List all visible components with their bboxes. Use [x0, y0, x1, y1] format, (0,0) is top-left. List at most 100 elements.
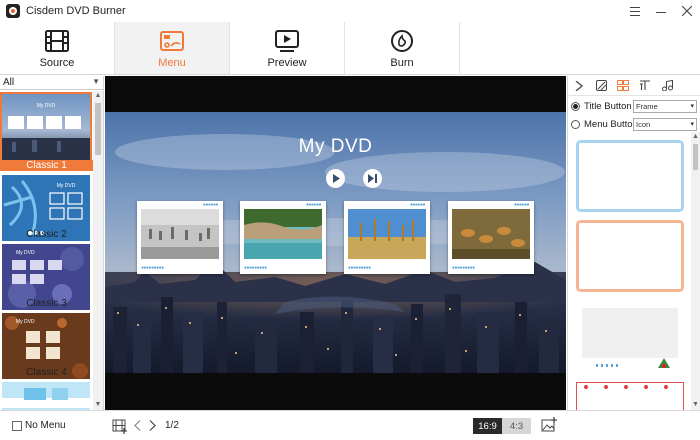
tab-layout[interactable]	[612, 76, 634, 96]
next-chapter-icon	[368, 174, 377, 183]
tab-background[interactable]	[590, 76, 612, 96]
frame-dots-decoration: ●●●●●●●●●	[348, 265, 371, 271]
title-button-option[interactable]: Title Button Frame ▾	[568, 98, 700, 114]
window-controls	[622, 0, 700, 22]
template-thumb-classic-1[interactable]: My DVD	[0, 92, 92, 162]
template-thumb-classic-5[interactable]	[2, 382, 90, 410]
chevron-down-icon: ▼	[92, 77, 100, 86]
play-button[interactable]	[326, 169, 345, 188]
tab-source[interactable]: Source	[0, 22, 115, 74]
template-label-classic-1: Classic 1	[0, 160, 93, 171]
change-background-button[interactable]	[541, 417, 558, 437]
scroll-up-icon[interactable]: ▲	[691, 132, 700, 142]
tab-menu[interactable]: Menu	[115, 22, 230, 74]
title-button-label: Title Button	[584, 100, 632, 112]
aspect-4-3-button[interactable]: 4:3	[502, 418, 531, 434]
tab-burn-label: Burn	[390, 57, 414, 69]
page-indicator: 1/2	[165, 420, 179, 431]
menu-button-style-select[interactable]: Icon ▾	[633, 118, 697, 131]
menu-button-option[interactable]: Menu Button Icon ▾	[568, 116, 700, 132]
next-page-button[interactable]	[148, 420, 156, 434]
chapter-frame[interactable]: ●●●●●● ●●●●●●●●●	[344, 201, 430, 274]
frame-dots-decoration: ●●●●●●●●●	[141, 265, 164, 271]
frame-dots-decoration: ●●●●●●	[409, 202, 426, 208]
template-label-classic-2: Classic 2	[26, 229, 67, 240]
frame-dots-decoration: ●●●●●●●●●	[244, 265, 267, 271]
chapter-thumbnail	[348, 209, 426, 259]
tab-burn[interactable]: Burn	[345, 22, 460, 74]
chevron-right-icon	[149, 420, 156, 431]
chapter-thumbnail	[244, 209, 322, 259]
add-chapter-button[interactable]	[112, 418, 128, 437]
minimize-icon[interactable]	[648, 0, 674, 22]
next-chapter-button[interactable]	[363, 169, 382, 188]
frame-dots-decoration: ●●●●●●●●●	[452, 265, 475, 271]
menu-button-style-value: Icon	[636, 120, 651, 129]
frame-style-item[interactable]	[576, 302, 684, 374]
chevron-down-icon: ▾	[690, 103, 694, 110]
properties-tabs	[568, 76, 700, 96]
chevron-right-icon	[575, 80, 583, 91]
chapter-thumbnail	[452, 209, 530, 259]
menu-title[interactable]: My DVD	[105, 136, 566, 158]
chevron-left-icon	[134, 420, 141, 431]
scroll-down-icon[interactable]: ▼	[93, 400, 103, 410]
app-logo-icon	[6, 4, 20, 18]
menu-icon	[160, 31, 184, 51]
chapter-frame[interactable]: ●●●●●● ●●●●●●●●●	[240, 201, 326, 274]
disc-burn-icon	[391, 30, 413, 52]
template-list-scroll-thumb[interactable]	[95, 103, 101, 155]
text-icon	[640, 80, 650, 90]
tab-preview[interactable]: Preview	[230, 22, 345, 74]
style-list-scroll-thumb[interactable]	[693, 144, 698, 170]
hamburger-menu-icon[interactable]	[622, 0, 648, 22]
svg-text:My DVD: My DVD	[57, 183, 76, 189]
background-icon	[595, 80, 607, 91]
bottom-bar: No Menu 1/2 16:9 4:3	[0, 410, 700, 440]
no-menu-checkbox[interactable]	[12, 421, 22, 431]
svg-text:My DVD: My DVD	[37, 103, 56, 109]
template-filter-select[interactable]: All ▼	[0, 76, 104, 90]
film-icon	[45, 30, 69, 52]
tab-source-label: Source	[39, 57, 75, 69]
title-button-style-select[interactable]: Frame ▾	[633, 100, 697, 113]
close-icon[interactable]	[674, 0, 700, 22]
svg-text:My DVD: My DVD	[16, 319, 35, 325]
style-list-scrollbar[interactable]: ▲ ▼	[691, 132, 700, 410]
menu-preview: My DVD ●●●●●● ●●●●●●●●● ●●●●●● ●●●●●●●●●…	[105, 76, 566, 410]
music-icon	[661, 80, 673, 91]
tab-preview-label: Preview	[267, 57, 307, 69]
title-button-radio[interactable]	[571, 101, 580, 111]
collapse-panel-button[interactable]	[568, 76, 590, 96]
menu-button-radio[interactable]	[571, 119, 580, 129]
no-menu-label: No Menu	[25, 420, 66, 431]
aspect-16-9-button[interactable]: 16:9	[473, 418, 502, 434]
chapter-frame[interactable]: ●●●●●● ●●●●●●●●●	[137, 201, 223, 274]
svg-text:My DVD: My DVD	[16, 250, 35, 256]
template-label-classic-3: Classic 3	[26, 298, 67, 309]
frame-style-item[interactable]	[576, 140, 684, 212]
tab-text[interactable]	[634, 76, 656, 96]
layout-icon	[617, 80, 629, 91]
title-button-style-value: Frame	[636, 102, 658, 111]
scroll-down-icon[interactable]: ▼	[691, 400, 700, 410]
app-title: Cisdem DVD Burner	[26, 5, 126, 17]
add-chapter-icon	[112, 419, 127, 434]
scroll-up-icon[interactable]: ▲	[93, 91, 103, 101]
tab-music[interactable]	[656, 76, 678, 96]
menu-button-label: Menu Button	[584, 118, 638, 130]
add-image-icon	[541, 417, 557, 432]
tab-menu-label: Menu	[158, 57, 186, 69]
frame-dots-decoration: ●●●●●●	[202, 202, 219, 208]
frame-style-item[interactable]	[576, 220, 684, 292]
template-list-scrollbar[interactable]: ▲ ▼	[93, 91, 103, 410]
chapter-frame[interactable]: ●●●●●● ●●●●●●●●●	[448, 201, 534, 274]
template-label-classic-4: Classic 4	[26, 367, 67, 378]
chapter-thumbnail	[141, 209, 219, 259]
play-screen-icon	[275, 30, 299, 52]
previous-page-button[interactable]	[134, 420, 142, 434]
frame-style-item[interactable]	[576, 382, 684, 410]
title-bar: Cisdem DVD Burner	[0, 0, 700, 22]
frame-style-list	[568, 132, 692, 410]
properties-panel: Title Button Frame ▾ Menu Button Icon ▾	[567, 76, 700, 410]
